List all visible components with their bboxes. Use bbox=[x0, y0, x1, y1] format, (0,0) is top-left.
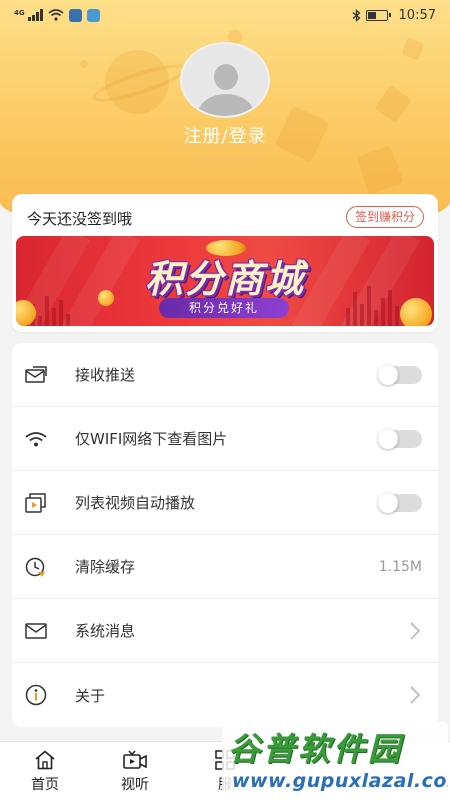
settings-list: 接收推送 仅WIFI网络下查看图片 列表视频自动播放 清除缓存 1.15M 系统… bbox=[12, 343, 438, 727]
user-body-icon bbox=[198, 94, 254, 116]
home-icon bbox=[35, 750, 55, 770]
push-toggle[interactable] bbox=[378, 364, 422, 385]
wifi-icon bbox=[24, 427, 48, 451]
clock: 10:57 bbox=[398, 7, 436, 23]
settings-item-label: 接收推送 bbox=[75, 366, 136, 384]
settings-item-label: 清除缓存 bbox=[75, 558, 136, 576]
sign-in-button[interactable]: 签到赚积分 bbox=[345, 206, 424, 228]
avatar[interactable] bbox=[180, 42, 270, 118]
sign-in-card: 今天还没签到哦 签到赚积分 积分商城 积分兑好礼 bbox=[12, 194, 438, 332]
info-icon bbox=[24, 683, 48, 707]
network-type: 4G bbox=[14, 8, 25, 17]
bluetooth-icon bbox=[352, 8, 361, 22]
points-mall-banner[interactable]: 积分商城 积分兑好礼 bbox=[16, 236, 434, 326]
settings-item-push[interactable]: 接收推送 bbox=[12, 343, 438, 407]
settings-item-label: 仅WIFI网络下查看图片 bbox=[75, 430, 228, 448]
banner-subtitle: 积分兑好礼 bbox=[159, 298, 289, 318]
settings-item-label: 列表视频自动播放 bbox=[75, 494, 196, 512]
cache-size-value: 1.15M bbox=[378, 558, 422, 575]
signal-icon bbox=[27, 9, 43, 21]
settings-item-clear-cache[interactable]: 清除缓存 1.15M bbox=[12, 535, 438, 599]
chevron-right-icon bbox=[408, 620, 422, 642]
card-decoration bbox=[356, 145, 404, 195]
user-head-icon bbox=[214, 64, 238, 90]
autoplay-toggle[interactable] bbox=[378, 492, 422, 513]
nav-label: 首页 bbox=[31, 777, 59, 793]
nav-label: 视听 bbox=[121, 777, 149, 793]
card-decoration bbox=[401, 37, 425, 61]
watermark-url: www.gupuxlazal.com bbox=[232, 770, 448, 792]
battery-icon bbox=[365, 9, 391, 21]
clock-clear-icon bbox=[24, 555, 48, 579]
settings-item-label: 关于 bbox=[75, 686, 106, 705]
app-notification-icon bbox=[68, 8, 82, 22]
banner-title: 积分商城 bbox=[144, 257, 305, 301]
chevron-right-icon bbox=[408, 684, 422, 706]
mail-icon bbox=[24, 619, 48, 643]
sign-in-prompt: 今天还没签到哦 bbox=[27, 210, 133, 228]
settings-item-about[interactable]: 关于 bbox=[12, 663, 438, 727]
wifi-status-icon bbox=[48, 9, 64, 21]
card-decoration bbox=[374, 85, 412, 123]
settings-item-wifi-only[interactable]: 仅WIFI网络下查看图片 bbox=[12, 407, 438, 471]
wifi-only-toggle[interactable] bbox=[378, 428, 422, 449]
watermark-title: 谷普软件园 bbox=[228, 730, 404, 768]
login-register-link[interactable]: 注册/登录 bbox=[0, 122, 450, 148]
settings-item-system-messages[interactable]: 系统消息 bbox=[12, 599, 438, 663]
envelope-notification-icon bbox=[24, 363, 48, 387]
app-notification-icon bbox=[86, 8, 100, 22]
video-play-icon bbox=[24, 491, 48, 515]
dot-decoration bbox=[80, 60, 88, 68]
nav-video[interactable]: 视听 bbox=[90, 742, 180, 800]
settings-item-label: 系统消息 bbox=[75, 622, 136, 640]
site-watermark: 谷普软件园 www.gupuxlazal.com bbox=[222, 722, 448, 800]
status-bar: 4G 10:57 bbox=[0, 0, 450, 30]
nav-home[interactable]: 首页 bbox=[0, 742, 90, 800]
settings-item-autoplay[interactable]: 列表视频自动播放 bbox=[12, 471, 438, 535]
video-icon bbox=[123, 750, 147, 769]
